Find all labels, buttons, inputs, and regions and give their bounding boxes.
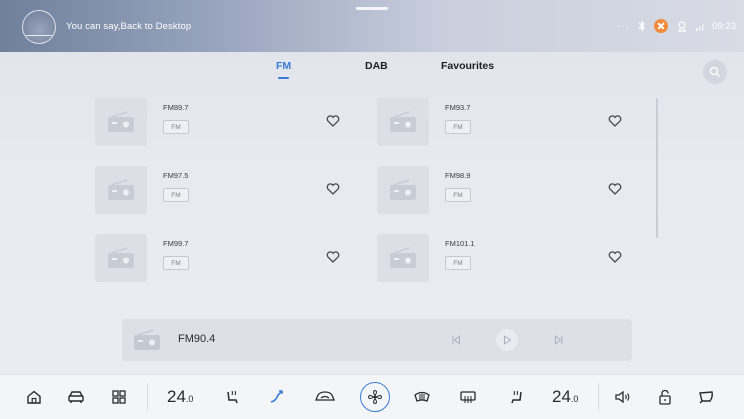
radio-thumbnail: [95, 166, 147, 214]
play-button[interactable]: [496, 329, 518, 351]
station-name: FM89.7: [163, 103, 189, 112]
status-bar: You can say,Back to Desktop ··· 09:23: [0, 0, 744, 52]
favorite-heart-icon[interactable]: [608, 250, 622, 264]
favorite-heart-icon[interactable]: [608, 182, 622, 196]
now-playing-title: FM90.4: [178, 333, 216, 345]
favorite-heart-icon[interactable]: [608, 114, 622, 128]
mirror-fold-button[interactable]: [694, 385, 718, 409]
volume-button[interactable]: [611, 385, 635, 409]
station-name: FM93.7: [445, 103, 471, 112]
lock-icon: [659, 389, 671, 405]
right-temperature[interactable]: 24.0: [552, 387, 578, 407]
signal-strength-icon: [696, 24, 704, 31]
bottom-dock: 24.0 24.0: [0, 374, 744, 419]
driver-seat-heat-button[interactable]: [220, 385, 244, 409]
airflow-icon: [270, 390, 283, 403]
station-name: FM99.7: [163, 239, 189, 248]
now-playing-bar[interactable]: FM90.4: [122, 319, 632, 361]
front-defrost-button[interactable]: [410, 385, 434, 409]
rear-defrost-button[interactable]: [456, 385, 480, 409]
now-playing-thumbnail: [128, 325, 166, 355]
front-defrost-icon: [414, 391, 430, 402]
radio-icon: [108, 111, 134, 132]
search-icon: [709, 66, 720, 77]
station-item[interactable]: FM97.5 FM: [95, 166, 345, 226]
band-badge: FM: [163, 120, 189, 134]
radio-thumbnail: [377, 98, 429, 146]
next-button[interactable]: [548, 329, 570, 351]
next-icon: [555, 335, 563, 345]
drag-handle[interactable]: [356, 7, 388, 10]
home-icon: [27, 390, 41, 404]
tab-favourites[interactable]: Favourites: [441, 60, 494, 72]
clock: 09:23: [712, 20, 736, 32]
car-button[interactable]: [64, 385, 88, 409]
right-temp-decimal: .0: [570, 394, 579, 404]
status-icons: ··· 09:23: [617, 18, 736, 34]
radio-icon: [108, 179, 134, 200]
no-signal-icon: [654, 19, 669, 33]
previous-icon: [452, 335, 460, 345]
seat-heat-icon: [511, 390, 522, 404]
radio-thumbnail: [377, 234, 429, 282]
voice-hint-text: You can say,Back to Desktop: [66, 21, 192, 32]
list-scrollbar[interactable]: [656, 98, 658, 238]
passenger-seat-heat-button[interactable]: [505, 385, 529, 409]
radio-thumbnail: [377, 166, 429, 214]
home-button[interactable]: [22, 385, 46, 409]
band-badge: FM: [445, 120, 471, 134]
tab-fm[interactable]: FM: [276, 60, 291, 79]
station-item[interactable]: FM101.1 FM: [377, 234, 627, 294]
dock-divider: [598, 383, 599, 411]
left-temp-value: 24: [167, 387, 186, 406]
radio-icon: [108, 247, 134, 268]
band-badge: FM: [445, 188, 471, 202]
recirculation-icon: [315, 391, 335, 401]
rear-defrost-icon: [460, 391, 476, 403]
car-icon: [68, 391, 84, 403]
station-item[interactable]: FM99.7 FM: [95, 234, 345, 294]
mirror-icon: [699, 391, 713, 404]
tab-dab[interactable]: DAB: [365, 60, 388, 72]
air-recirculation-button[interactable]: [313, 385, 337, 409]
left-temperature[interactable]: 24.0: [167, 387, 193, 407]
station-name: FM97.5: [163, 171, 189, 180]
volume-icon: [615, 390, 630, 404]
dock-divider: [147, 383, 148, 411]
airflow-direction-button[interactable]: [265, 385, 289, 409]
left-temp-decimal: .0: [185, 394, 194, 404]
station-item[interactable]: FM93.7 FM: [377, 98, 627, 158]
favorite-heart-icon[interactable]: [326, 182, 340, 196]
radio-thumbnail: [95, 98, 147, 146]
radio-icon: [390, 111, 416, 132]
lock-button[interactable]: [653, 385, 677, 409]
right-temp-value: 24: [552, 387, 571, 406]
radio-icon: [390, 179, 416, 200]
search-button[interactable]: [703, 60, 727, 84]
more-dots-icon[interactable]: ···: [617, 21, 630, 32]
voice-assistant-icon[interactable]: [22, 10, 56, 44]
station-item[interactable]: FM98.9 FM: [377, 166, 627, 226]
fan-button[interactable]: [360, 382, 390, 412]
radio-thumbnail: [95, 234, 147, 282]
band-tabs: FM DAB Favourites: [0, 60, 744, 84]
user-icon: [678, 21, 687, 32]
station-item[interactable]: FM89.7 FM: [95, 98, 345, 158]
band-badge: FM: [445, 256, 471, 270]
band-badge: FM: [163, 256, 189, 270]
radio-icon: [390, 247, 416, 268]
favorite-heart-icon[interactable]: [326, 114, 340, 128]
favorite-heart-icon[interactable]: [326, 250, 340, 264]
apps-grid-icon: [112, 390, 126, 404]
station-name: FM101.1: [445, 239, 475, 248]
play-icon: [504, 335, 512, 345]
fan-icon: [367, 389, 383, 405]
seat-heat-icon: [227, 390, 238, 404]
station-name: FM98.9: [445, 171, 471, 180]
radio-icon: [134, 329, 160, 350]
band-badge: FM: [163, 188, 189, 202]
bluetooth-icon: [638, 20, 646, 32]
previous-button[interactable]: [445, 329, 467, 351]
apps-button[interactable]: [107, 385, 131, 409]
